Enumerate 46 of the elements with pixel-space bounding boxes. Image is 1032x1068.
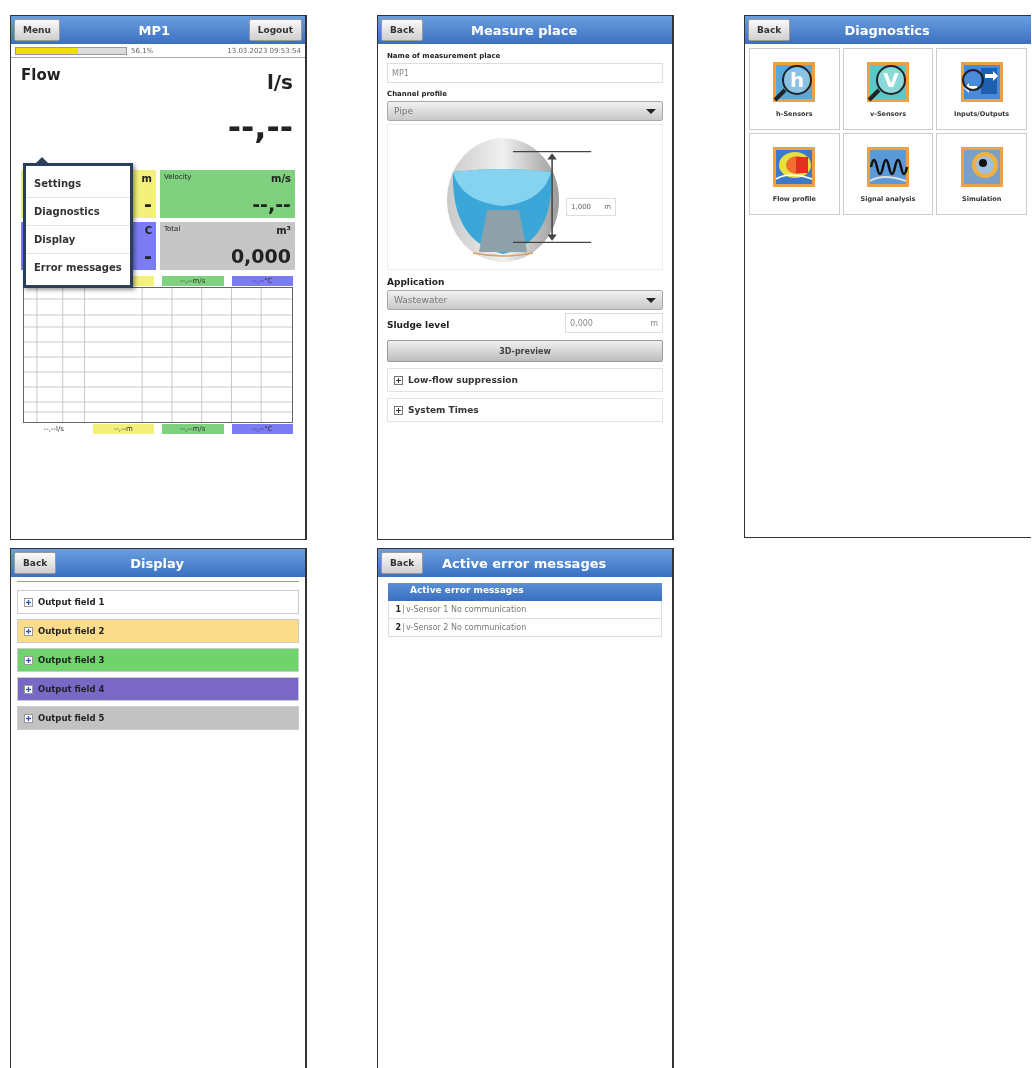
- channel-profile-dropdown[interactable]: Pipe: [387, 101, 663, 121]
- sludge-level-field[interactable]: 0,000 m: [565, 313, 663, 333]
- menu-item[interactable]: Display: [26, 226, 130, 254]
- table-cell-text: v-Sensor 1 No communication: [405, 605, 527, 614]
- section-expander[interactable]: System Times: [387, 398, 663, 422]
- menu-item[interactable]: Diagnostics: [26, 198, 130, 226]
- field-label: Sludge level: [387, 320, 450, 330]
- output-field-row[interactable]: Output field 4: [17, 677, 299, 701]
- menu-item[interactable]: Settings: [26, 170, 130, 198]
- tile-unit: m/s: [270, 173, 291, 184]
- back-button[interactable]: Back: [748, 19, 791, 41]
- preview-button[interactable]: 3D-preview: [387, 340, 663, 362]
- back-button[interactable]: Back: [14, 552, 57, 574]
- measurement-value: --,--: [227, 108, 293, 146]
- tile-value: --,--: [252, 193, 291, 215]
- menu-button[interactable]: Menu: [14, 19, 60, 41]
- name-field[interactable]: MP1: [387, 63, 663, 83]
- field-label: Application: [387, 277, 446, 287]
- tile-unit: m³: [276, 225, 291, 236]
- logout-button[interactable]: Logout: [248, 19, 302, 41]
- tile-value: -: [144, 245, 152, 267]
- section-expander[interactable]: Low-flow suppression: [387, 368, 663, 392]
- screen-title: Diagnostics: [844, 22, 930, 38]
- screen-title: MP1: [138, 22, 171, 38]
- output-field-row[interactable]: Output field 2: [17, 619, 299, 643]
- back-button[interactable]: Back: [381, 19, 424, 41]
- measurement-unit: l/s: [266, 70, 293, 94]
- screen-title: Display: [130, 555, 184, 571]
- menu-item[interactable]: Error messages: [26, 254, 130, 281]
- measurement-label: Flow: [21, 66, 61, 86]
- output-field-row[interactable]: Output field 1: [17, 590, 299, 614]
- screen-title: Active error messages: [442, 555, 607, 571]
- tile-value: -: [144, 193, 152, 215]
- tile-unit: m: [141, 173, 152, 184]
- table-header: Active error messages: [388, 583, 662, 601]
- table-cell-text: v-Sensor 2 No communication: [405, 623, 527, 632]
- output-field-row[interactable]: Output field 3: [17, 648, 299, 672]
- tile-unit: C: [144, 225, 152, 236]
- row-number: 1: [389, 605, 404, 614]
- row-number: 2: [389, 623, 404, 632]
- screen-title: Measure place: [470, 22, 578, 38]
- caret-icon: [646, 108, 656, 114]
- tile-value: 0,000: [230, 245, 291, 267]
- output-field-row[interactable]: Output field 5: [17, 706, 299, 730]
- back-button[interactable]: Back: [381, 552, 424, 574]
- caret-icon: [646, 297, 656, 303]
